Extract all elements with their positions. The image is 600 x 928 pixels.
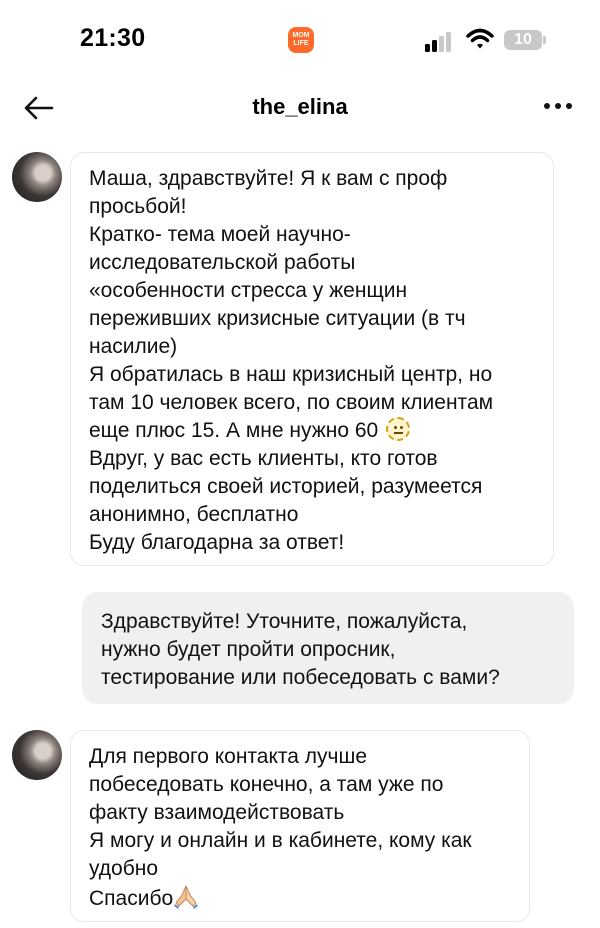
chat-title[interactable]: the_elina [0,94,600,120]
message-line: там 10 человек всего, по своим клиентам [89,391,494,414]
status-bar: 21:30 MOM LIFE 10 [0,0,600,80]
message-line: Здравствуйте! Уточните, пожалуйста, [101,610,468,633]
incoming-message-bubble: Для первого контакта лучше побеседовать … [70,730,530,922]
avatar[interactable] [12,730,62,780]
battery-icon: 10 [504,30,542,50]
message-line: побеседовать конечно, а там уже по [89,773,444,796]
message-line: Кратко- тема моей научно- [89,223,351,246]
battery-level: 10 [514,31,532,48]
outgoing-message-bubble: Здравствуйте! Уточните, пожалуйста, нужн… [82,592,574,704]
message-line: «особенности стресса у женщин [89,279,408,302]
battery-nub [543,36,546,44]
message-line: анонимно, бесплатно [89,503,299,526]
message-line: Я обратилась в наш кризисный центр, но [89,363,493,386]
status-time: 21:30 [80,24,146,52]
chat-header: the_elina [0,80,600,136]
wifi-icon [466,28,494,49]
app-logo-text: MOM LIFE [292,32,310,47]
neutral-face-icon [386,417,411,441]
message-line: поделиться своей историей, разумеется [89,475,483,498]
message-line: насилие) [89,335,178,358]
message-line: нужно будет пройти опросник, [101,638,396,661]
folded-hands-icon [174,885,199,909]
message-line: Для первого контакта лучше [89,745,368,768]
more-icon[interactable] [540,94,576,118]
message-line: Буду благодарна за ответ! [89,531,345,554]
message-line: переживших кризисные ситуации (в тч [89,307,466,330]
message-line: Спасибо [89,887,174,910]
message-line: исследовательской работы [89,251,356,274]
message-line: просьбой! [89,195,187,218]
message-line: тестирование или побеседовать с вами? [101,666,500,689]
mom-life-app-icon: MOM LIFE [288,27,314,53]
message-line: Вдруг, у вас есть клиенты, кто готов [89,447,438,470]
message-line: Маша, здравствуйте! Я к вам с проф [89,167,448,190]
avatar[interactable] [12,152,62,202]
message-line: факту взаимодействовать [89,801,345,824]
message-line: еще плюс 15. А мне нужно 60 [89,419,379,442]
signal-icon [425,30,455,52]
incoming-message-bubble: Маша, здравствуйте! Я к вам с проф прось… [70,152,554,566]
message-line: удобно [89,857,159,880]
message-line: Я могу и онлайн и в кабинете, кому как [89,829,472,852]
